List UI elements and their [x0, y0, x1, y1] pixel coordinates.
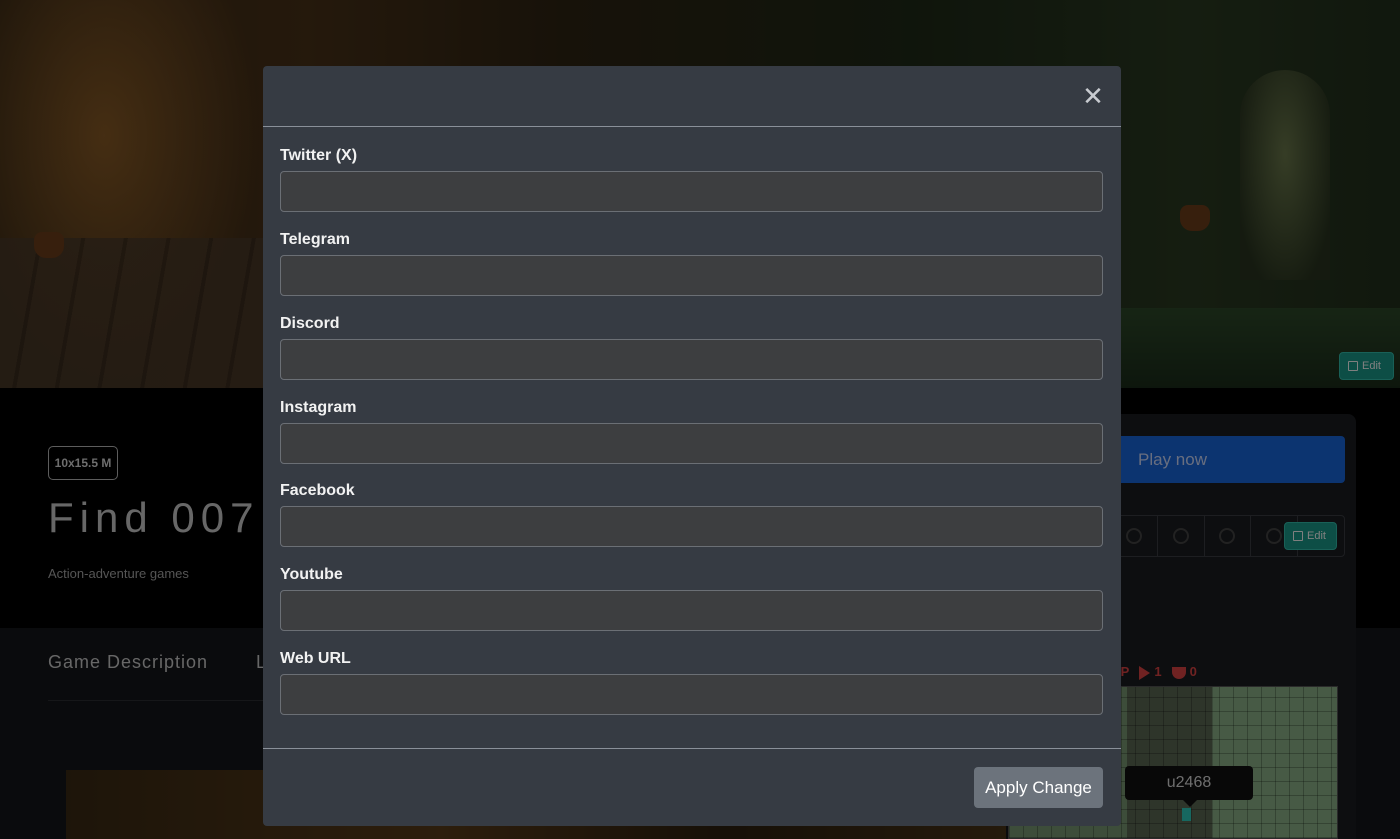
web-url-label: Web URL	[280, 650, 351, 667]
modal-header: ✕	[263, 66, 1121, 127]
twitter-label: Twitter (X)	[280, 147, 358, 164]
apply-change-button[interactable]: Apply Change	[974, 767, 1103, 808]
discord-input[interactable]	[280, 339, 1103, 380]
youtube-label: Youtube	[280, 566, 343, 583]
social-links-modal: ✕ Twitter (X) Telegram Discord Instagram…	[263, 66, 1121, 826]
telegram-label: Telegram	[280, 231, 350, 248]
instagram-input[interactable]	[280, 423, 1103, 464]
web-url-input[interactable]	[280, 674, 1103, 715]
telegram-input[interactable]	[280, 255, 1103, 296]
instagram-label: Instagram	[280, 399, 357, 416]
youtube-input[interactable]	[280, 590, 1103, 631]
facebook-input[interactable]	[280, 506, 1103, 547]
modal-footer-divider	[263, 748, 1121, 749]
discord-label: Discord	[280, 315, 340, 332]
facebook-label: Facebook	[280, 482, 355, 499]
close-icon[interactable]: ✕	[1081, 83, 1105, 109]
twitter-input[interactable]	[280, 171, 1103, 212]
